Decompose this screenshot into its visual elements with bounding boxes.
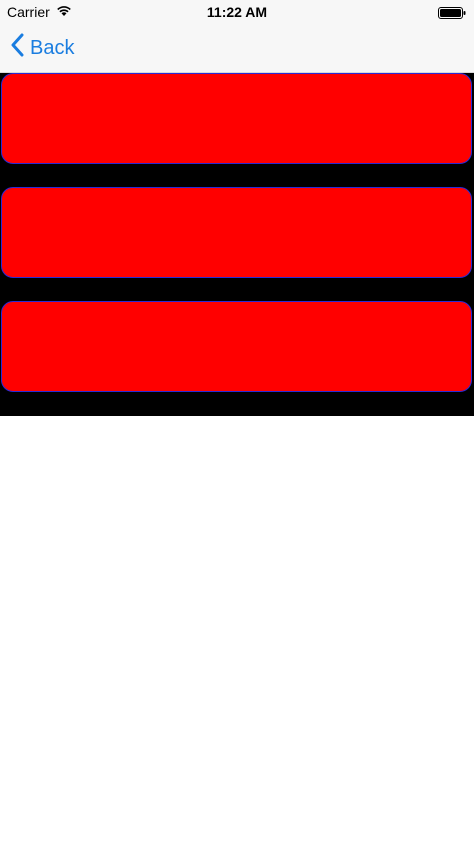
red-card-1[interactable] <box>1 73 472 164</box>
chevron-left-icon <box>10 33 24 63</box>
back-label: Back <box>30 37 75 59</box>
red-card-2[interactable] <box>1 187 472 278</box>
status-bar: Carrier 11:22 AM <box>0 0 474 24</box>
content-area <box>0 73 474 416</box>
status-time: 11:22 AM <box>206 4 268 20</box>
red-card-3[interactable] <box>1 301 472 392</box>
back-button[interactable]: Back <box>10 32 74 64</box>
navigation-bar: Back <box>0 24 474 73</box>
battery-icon <box>438 6 466 19</box>
screen: Carrier 11:22 AM Back <box>0 0 474 842</box>
